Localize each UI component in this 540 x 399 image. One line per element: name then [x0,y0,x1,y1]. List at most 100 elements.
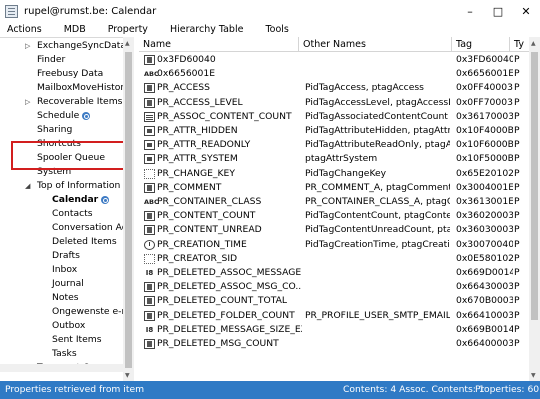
menu-property[interactable]: Property [97,24,159,35]
tree-item[interactable]: Notes [52,291,79,305]
property-type-string-icon: ABC [144,70,159,79]
table-row[interactable]: PR_ASSOC_CONTENT_COUNT PidTagAssociatedCo… [139,110,529,124]
collapse-arrow-icon[interactable]: ◢ [25,179,30,193]
table-row[interactable]: PR_DELETED_COUNT_TOTAL 0x670B0003 P [139,294,529,308]
tree-item[interactable]: Drafts [52,249,80,263]
folder-tree-scrollbar[interactable]: ▲ ▼ [123,37,134,381]
table-row[interactable]: I8 PR_DELETED_ASSOC_MESSAGE... 0x669D0014 P [139,266,529,280]
cell-tag: 0x6656001E [456,68,513,80]
table-row[interactable]: PR_DELETED_ASSOC_MSG_CO... 0x66430003 P [139,280,529,294]
tree-item[interactable]: Sharing [37,123,72,137]
tree-item[interactable]: Ongewenste e-m [52,305,123,319]
tree-item[interactable]: Sent Items [52,333,102,347]
menu-actions[interactable]: Actions [0,24,53,35]
cell-name: 0x6656001E [157,68,216,80]
grid-header: Name Other Names Tag Ty [139,37,529,52]
tree-item[interactable]: Contacts [52,207,93,221]
cell-name: PR_CONTAINER_CLASS [157,196,262,207]
cell-other-names [305,294,450,308]
cell-tag: 0x36170003 [456,110,513,122]
tree-item[interactable]: Schedule [37,109,91,123]
minimize-button[interactable]: – [456,0,484,22]
tree-item[interactable]: ▷ Recoverable Items [25,95,123,109]
tree-item[interactable]: ▷ ExchangeSyncData [25,39,123,53]
tree-item[interactable]: Conversation Acti [52,221,123,235]
scroll-up-arrow-icon[interactable]: ▲ [125,40,130,47]
table-row[interactable]: PR_ACCESS_LEVEL PidTagAccessLevel, ptagAc… [139,96,529,110]
table-row[interactable]: PR_ACCESS PidTagAccess, ptagAccess 0x0FF40… [139,81,529,95]
tree-item[interactable]: Calendar [52,193,110,207]
tree-item[interactable]: MailboxMoveHistory [37,81,123,95]
scrollbar-thumb[interactable] [125,52,132,368]
table-row[interactable]: PR_CONTENT_COUNT PidTagContentCount, ptag… [139,209,529,223]
column-header-tag[interactable]: Tag [452,37,510,52]
cell-name: PR_CONTENT_UNREAD [157,224,262,236]
tree-item[interactable]: Freebusy Data [37,67,103,81]
table-row[interactable]: I8 PR_DELETED_MESSAGE_SIZE_EX... 0x669B001… [139,323,529,337]
column-header-type[interactable]: Ty [510,37,529,52]
sync-icon [82,111,91,120]
close-button[interactable]: ✕ [512,0,540,22]
scroll-down-arrow-icon[interactable]: ▼ [531,372,536,379]
cell-tag: 0x3613001E [456,196,513,207]
table-row[interactable]: PR_ATTR_HIDDEN PidTagAttributeHidden, pta… [139,124,529,138]
scroll-down-arrow-icon[interactable]: ▼ [125,372,130,379]
cell-tag: 0x66430003 [456,281,513,293]
table-row[interactable]: PR_CREATION_TIME PidTagCreationTime, ptag… [139,238,529,252]
table-row[interactable]: PR_CONTENT_UNREAD PidTagContentUnreadCoun… [139,223,529,237]
property-grid[interactable]: Name Other Names Tag Ty 0x3FD60040 0x3FD6… [139,37,529,381]
folder-tree-horizontal-scrollbar[interactable] [0,364,123,372]
tree-item-label: Outbox [52,320,86,331]
table-row[interactable]: PR_CREATOR_SID 0x0E580102 P [139,252,529,266]
cell-tag: 0x0E580102 [456,252,513,264]
tree-item-label: Inbox [52,264,78,275]
status-contents-count: Contents: 4 Assoc. Contents: 1 [343,384,485,395]
cell-other-names: PidTagAttributeHidden, ptagAttr... [305,125,450,136]
tree-item-label: Schedule [37,110,80,121]
table-row[interactable]: ABC PR_CONTAINER_CLASS PR_CONTAINER_CLASS_… [139,195,529,209]
cell-type: P [514,267,520,278]
menu-tools[interactable]: Tools [254,24,299,35]
table-row[interactable]: ABC 0x6656001E 0x6656001E P [139,67,529,81]
cell-tag: 0x10F5000B [456,153,513,165]
table-row[interactable]: PR_DELETED_FOLDER_COUNT PR_PROFILE_USER_S… [139,309,529,323]
tree-item[interactable]: Finder [37,53,65,67]
table-row[interactable]: PR_ATTR_SYSTEM ptagAttrSystem 0x10F5000B P [139,152,529,166]
cell-tag: 0x36020003 [456,210,513,222]
maximize-button[interactable]: □ [484,0,512,22]
tree-item[interactable]: Deleted Items [52,235,117,249]
cell-name: 0x3FD60040 [157,54,216,65]
cell-tag: 0x669D0014 [456,267,513,278]
table-row[interactable]: 0x3FD60040 0x3FD60040 P [139,53,529,67]
property-type-binary-icon [144,225,155,236]
menu-mdb[interactable]: MDB [53,24,97,35]
tree-item[interactable]: Outbox [52,319,85,333]
column-header-name[interactable]: Name [139,37,299,52]
scrollbar-thumb[interactable] [531,52,538,320]
tree-item[interactable]: Inbox [52,263,77,277]
property-type-string-icon: ABC [144,198,159,206]
tree-item[interactable]: Journal [52,277,84,291]
scroll-up-arrow-icon[interactable]: ▲ [531,40,536,47]
table-row[interactable]: PR_CHANGE_KEY PidTagChangeKey 0x65E20102 P [139,167,529,181]
cell-type: P [514,167,520,179]
cell-type: P [514,96,520,108]
column-header-other-names[interactable]: Other Names [299,37,452,52]
menu-hierarchy-table[interactable]: Hierarchy Table [159,24,255,35]
tree-item[interactable]: ◢ Top of Information S [25,179,123,193]
cell-other-names [305,337,450,351]
cell-name: PR_ATTR_READONLY [157,139,251,151]
expand-arrow-icon[interactable]: ▷ [25,95,30,109]
property-grid-scrollbar[interactable]: ▲ ▼ [529,37,540,381]
expand-arrow-icon[interactable]: ▷ [25,39,30,53]
cell-name: PR_DELETED_ASSOC_MSG_CO... [157,281,302,293]
tree-item[interactable]: Tasks [52,347,77,361]
tree-item-label: Top of Information S [37,180,123,191]
folder-tree[interactable]: ▷ ExchangeSyncData Finder Freebusy Data Mail… [0,37,123,381]
property-type-grid-icon [144,253,155,264]
property-type-int-icon: I8 [145,325,154,334]
table-row[interactable]: PR_ATTR_READONLY PidTagAttributeReadOnly,… [139,138,529,152]
property-type-list-icon [144,111,155,122]
table-row[interactable]: PR_DELETED_MSG_COUNT 0x66400003 P [139,337,529,351]
table-row[interactable]: PR_COMMENT PR_COMMENT_A, ptagComment... 0x… [139,181,529,195]
